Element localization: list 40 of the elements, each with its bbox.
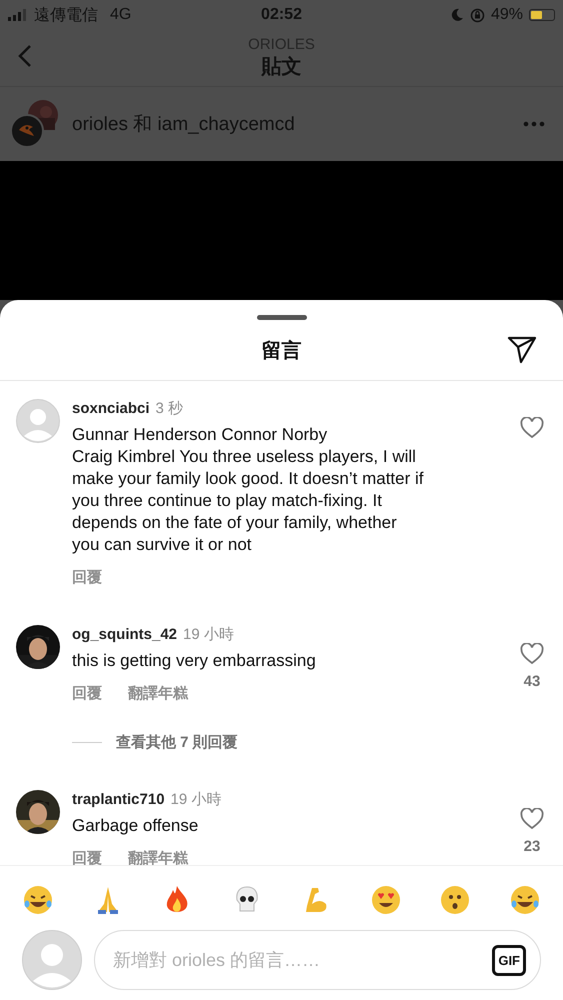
tears-of-joy-face-icon[interactable] — [508, 884, 541, 916]
laughing-face-icon[interactable] — [22, 884, 54, 916]
page-title: 貼文 — [262, 54, 302, 80]
heart-icon[interactable] — [520, 643, 544, 665]
comment-action[interactable]: 回覆 — [72, 568, 102, 587]
view-replies-link[interactable]: 查看其他 7 則回覆 — [116, 733, 238, 752]
network-type: 4G — [110, 6, 132, 24]
like-count: 43 — [524, 673, 540, 690]
comment-text: Gunnar Henderson Connor Norby Craig Kimbrel You three useless players, I will make your family look good. It doesn’t matter if you three continue to play match-fixing. It depends on the fate of your family, whether you can survive it or not — [72, 424, 424, 556]
comment-time: 3 秒 — [156, 399, 184, 418]
carrier-name: 遠傳電信 — [34, 6, 98, 26]
comment-username[interactable]: og_squints_42 — [72, 626, 178, 643]
comment-time: 19 小時 — [170, 790, 222, 809]
comment-text: Garbage offense — [72, 815, 200, 837]
comment-action[interactable]: 翻譯年糕 — [128, 849, 188, 865]
moon-icon — [450, 8, 464, 22]
heart-eyes-face-icon[interactable] — [370, 884, 402, 916]
clock: 02:52 — [261, 6, 302, 24]
sheet-title: 留言 — [262, 338, 302, 364]
comment-action[interactable]: 翻譯年糕 — [128, 684, 188, 703]
rotation-lock-icon — [470, 8, 485, 22]
comment-username[interactable]: traplantic710 — [72, 791, 165, 808]
drag-handle[interactable] — [256, 315, 306, 320]
comment-text: this is getting very embarrassing — [72, 650, 317, 672]
bird-logo-icon — [10, 114, 44, 148]
comment-action[interactable]: 回覆 — [72, 684, 102, 703]
comment-input-field[interactable]: 新增對 orioles 的留言…… GIF — [94, 930, 541, 990]
send-icon[interactable] — [507, 336, 537, 364]
like-count: 23 — [524, 838, 540, 855]
heart-icon[interactable] — [520, 417, 544, 439]
comment-username[interactable]: soxnciabci — [72, 400, 150, 417]
battery-icon — [529, 9, 555, 21]
comment-action[interactable]: 回覆 — [72, 849, 102, 865]
heart-icon[interactable] — [520, 808, 544, 830]
battery-percent: 49% — [490, 6, 523, 24]
signal-icon — [8, 9, 28, 21]
comment-time: 19 小時 — [183, 625, 234, 644]
default-avatar-icon — [22, 930, 82, 990]
surprised-face-icon[interactable] — [439, 884, 472, 916]
gif-button[interactable]: GIF — [492, 944, 526, 976]
